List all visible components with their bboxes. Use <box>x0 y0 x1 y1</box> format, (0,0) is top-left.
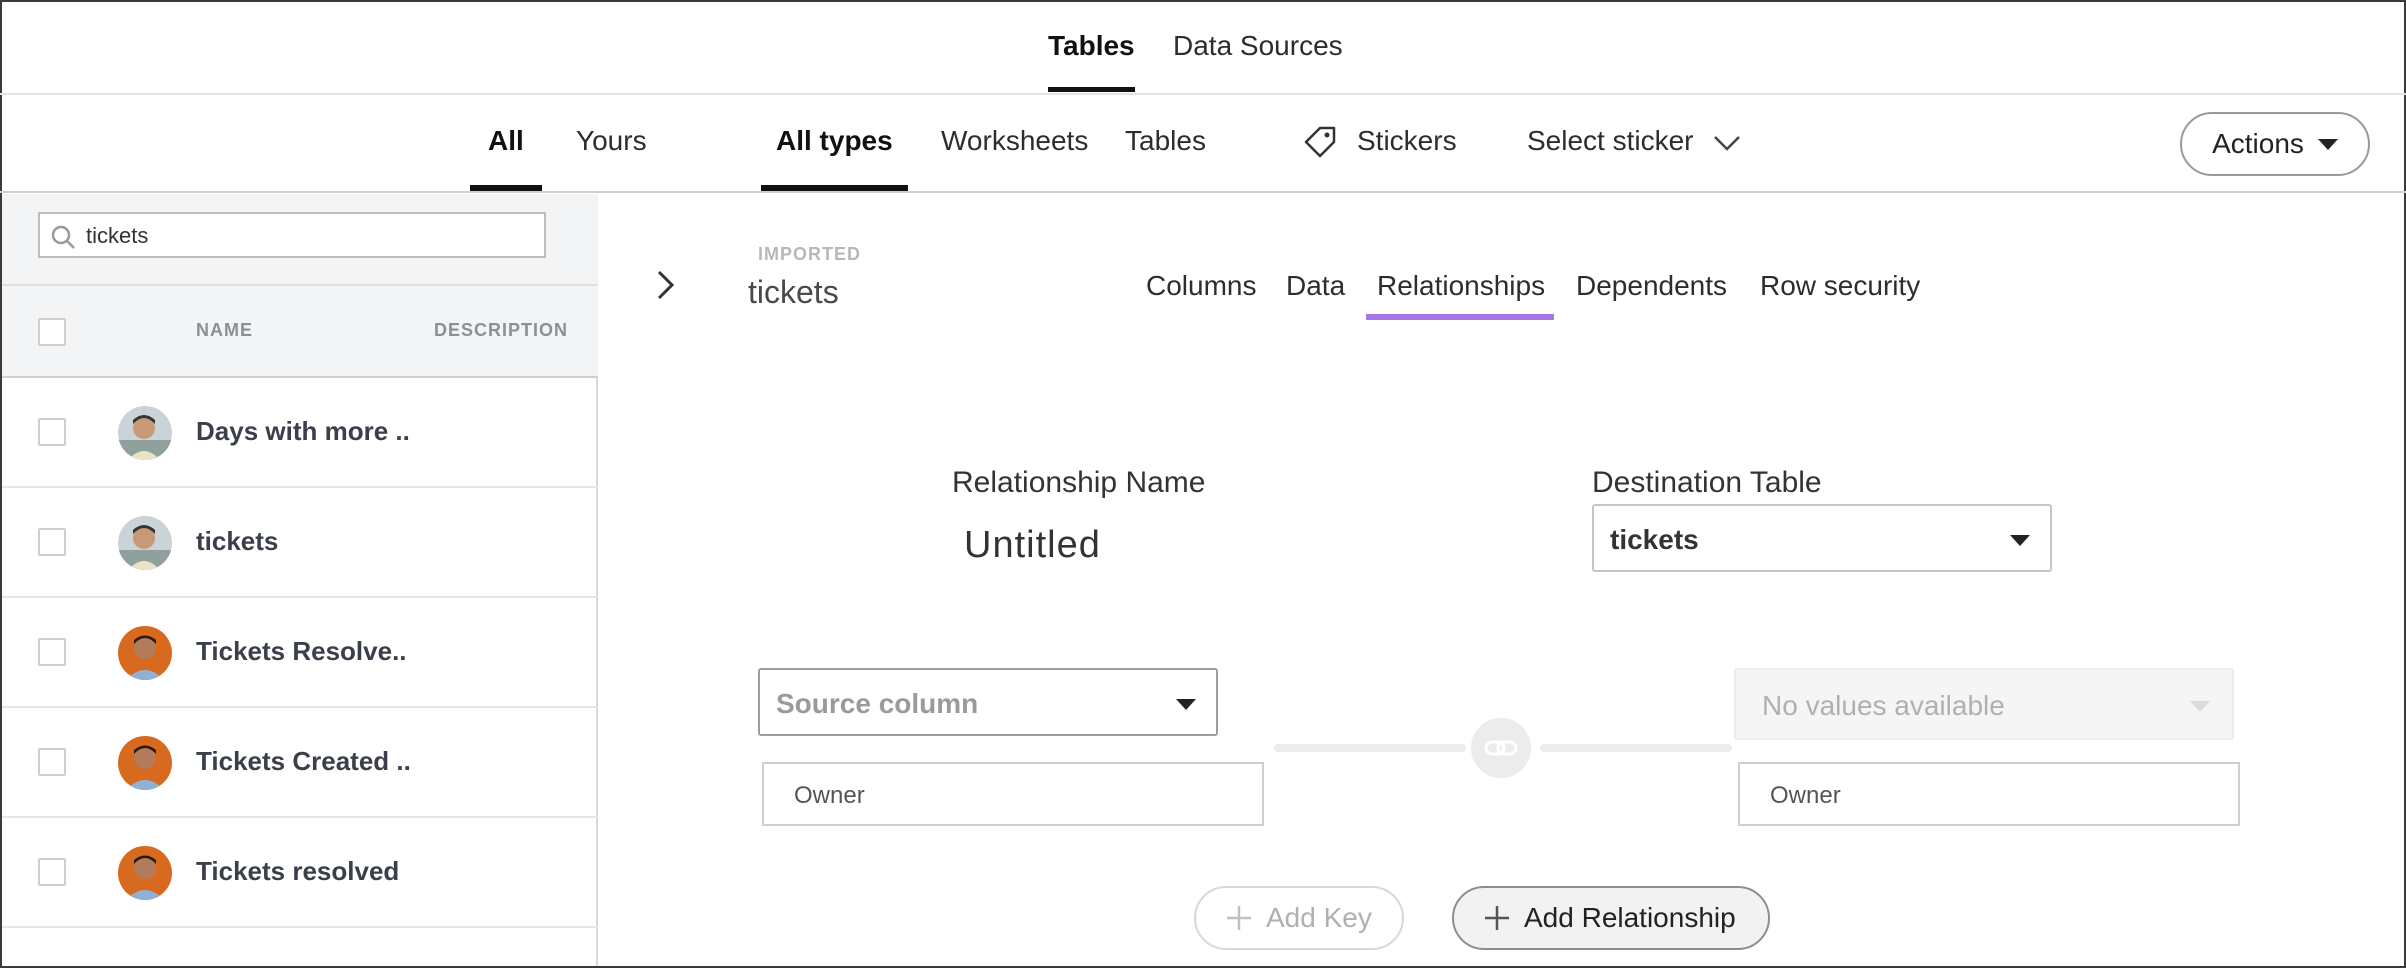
avatar <box>118 736 172 790</box>
filter-tables[interactable]: Tables <box>1125 125 1206 191</box>
destination-column-placeholder: No values available <box>1762 690 2005 721</box>
select-all-checkbox[interactable] <box>38 318 66 346</box>
row-name[interactable]: Days with more .. <box>196 416 410 447</box>
add-relationship-button[interactable]: Add Relationship <box>1452 886 1770 950</box>
top-nav: Tables Data Sources <box>0 0 2406 95</box>
actions-button[interactable]: Actions <box>2180 112 2370 176</box>
relationship-name-label: Relationship Name <box>952 466 1206 499</box>
row-checkbox[interactable] <box>38 418 66 446</box>
avatar <box>118 846 172 900</box>
tab-tables[interactable]: Tables <box>1048 30 1135 92</box>
table-row[interactable]: Tickets resolved <box>2 818 598 928</box>
table-title: tickets <box>748 274 839 310</box>
stickers-button[interactable]: Stickers <box>1357 125 1457 191</box>
tag-icon[interactable] <box>1302 124 1338 160</box>
add-key-label: Add Key <box>1266 902 1372 933</box>
row-name[interactable]: Tickets Created .. <box>196 746 411 777</box>
search-box[interactable] <box>38 212 546 258</box>
plus-icon <box>1485 906 1509 930</box>
plus-icon <box>1227 906 1251 930</box>
filter-all-types[interactable]: All types <box>761 125 908 191</box>
chevron-down-icon[interactable] <box>1712 128 1742 158</box>
destination-table-select[interactable]: tickets <box>1592 504 2052 572</box>
row-checkbox[interactable] <box>38 748 66 776</box>
imported-badge: IMPORTED <box>758 244 862 264</box>
destination-table-value: tickets <box>1610 524 1699 555</box>
table-row[interactable]: Tickets Created .. <box>2 708 598 818</box>
table-list-panel: NAME DESCRIPTION Days with more .. ticke… <box>2 194 598 966</box>
row-name[interactable]: tickets <box>196 526 278 557</box>
destination-owner-value: Owner <box>1770 782 1841 809</box>
relationship-name-field[interactable]: Untitled <box>964 524 1101 567</box>
avatar <box>118 626 172 680</box>
tab-row-security[interactable]: Row security <box>1760 270 1920 302</box>
source-owner-value: Owner <box>794 782 865 809</box>
column-header-name[interactable]: NAME <box>196 320 253 341</box>
destination-column-select[interactable]: No values available <box>1734 668 2234 740</box>
tab-data-sources[interactable]: Data Sources <box>1173 30 1343 92</box>
table-row[interactable]: Tickets Resolve.. <box>2 598 598 708</box>
filter-bar: All Yours All types Worksheets Tables St… <box>0 95 2406 193</box>
tab-columns[interactable]: Columns <box>1146 270 1256 302</box>
search-icon <box>51 225 75 249</box>
connector-line-right <box>1540 744 1732 752</box>
tab-data[interactable]: Data <box>1286 270 1345 302</box>
caret-down-icon <box>2190 701 2210 712</box>
caret-down-icon <box>2010 535 2030 546</box>
avatar <box>118 406 172 460</box>
tab-relationships[interactable]: Relationships <box>1377 270 1545 302</box>
tab-dependents[interactable]: Dependents <box>1576 270 1727 302</box>
filter-yours[interactable]: Yours <box>576 125 647 191</box>
source-column-select[interactable]: Source column <box>758 668 1218 736</box>
active-tab-indicator <box>1366 314 1554 320</box>
row-checkbox[interactable] <box>38 858 66 886</box>
select-sticker-dropdown[interactable]: Select sticker <box>1527 125 1694 191</box>
row-checkbox[interactable] <box>38 638 66 666</box>
source-owner-field[interactable]: Owner <box>762 762 1264 826</box>
row-name[interactable]: Tickets Resolve.. <box>196 636 407 667</box>
destination-owner-field[interactable]: Owner <box>1738 762 2240 826</box>
link-icon <box>1471 718 1531 778</box>
actions-label: Actions <box>2212 128 2304 159</box>
filter-worksheets[interactable]: Worksheets <box>941 125 1088 191</box>
caret-down-icon <box>2317 138 2338 150</box>
avatar <box>118 516 172 570</box>
filter-all[interactable]: All <box>470 125 542 191</box>
caret-down-icon <box>1176 699 1196 710</box>
row-checkbox[interactable] <box>38 528 66 556</box>
table-row[interactable]: tickets <box>2 488 598 598</box>
add-relationship-label: Add Relationship <box>1524 902 1736 933</box>
column-header-description[interactable]: DESCRIPTION <box>434 320 568 341</box>
row-name[interactable]: Tickets resolved <box>196 856 399 887</box>
destination-table-label: Destination Table <box>1592 466 1822 499</box>
source-column-placeholder: Source column <box>776 688 979 719</box>
search-input[interactable] <box>86 218 526 254</box>
connector-line-left <box>1274 744 1466 752</box>
table-row[interactable]: Days with more .. <box>2 378 598 488</box>
search-bar <box>2 194 598 286</box>
chevron-right-icon[interactable] <box>650 268 680 302</box>
add-key-button[interactable]: Add Key <box>1194 886 1404 950</box>
